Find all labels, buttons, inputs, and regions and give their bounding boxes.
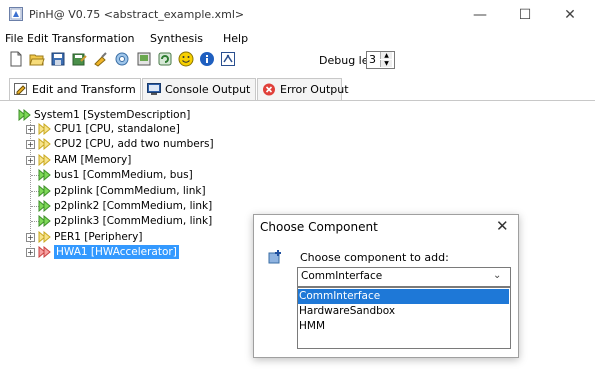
clean-icon[interactable] [93, 51, 109, 67]
tree-node-label: HWA1 [HWAccelerator] [54, 245, 179, 260]
combobox-selected-value[interactable]: CommInterface [301, 270, 382, 282]
tree-node-label: CPU2 [CPU, add two numbers] [54, 138, 214, 151]
tree-expand-icon[interactable]: + [26, 155, 35, 165]
refresh-icon[interactable] [157, 51, 173, 67]
tab-console-output[interactable]: Console Output [142, 78, 256, 100]
yellow-arrow-icon [38, 153, 51, 166]
tree-expand-icon[interactable]: + [26, 140, 35, 150]
tree-node-label: PER1 [Periphery] [54, 230, 143, 243]
run-icon[interactable] [220, 51, 236, 67]
yellow-arrow-icon [38, 123, 51, 135]
green-arrow-icon [38, 184, 51, 197]
tree-expand-icon[interactable]: + [26, 232, 35, 242]
menu-edit[interactable]: Edit [27, 32, 48, 45]
menu-file[interactable]: File [5, 32, 23, 45]
maximize-button[interactable]: ☐ [503, 4, 547, 26]
export-icon[interactable] [136, 51, 152, 67]
tab-edit-and-transform[interactable]: Edit and Transform [9, 78, 141, 101]
dropdown-option[interactable]: CommInterface [298, 289, 509, 304]
chevron-down-icon[interactable]: ⌄ [493, 270, 501, 281]
dialog-close-button[interactable]: ✕ [496, 217, 509, 235]
tab-error-output[interactable]: Error Output [257, 78, 349, 100]
smiley-icon[interactable] [178, 51, 194, 67]
error-icon [263, 83, 275, 96]
green-arrow-icon [38, 169, 51, 182]
menu-transformation[interactable]: Transformation [52, 32, 135, 45]
yellow-arrow-icon [38, 138, 51, 151]
tab-label: Error Output [280, 83, 349, 96]
app-icon [9, 7, 23, 21]
spinner-up-arrow-icon[interactable]: ▲ [380, 52, 392, 59]
settings-icon[interactable] [114, 51, 130, 67]
tree-node-label: CPU1 [CPU, standalone] [54, 123, 180, 135]
tab-label: Edit and Transform [32, 83, 136, 96]
dialog-prompt: Choose component to add: [300, 251, 449, 264]
save-as-icon[interactable] [71, 51, 87, 67]
tree-expand-icon[interactable]: + [26, 248, 35, 258]
tree-root-label: System1 [SystemDescription] [34, 109, 191, 121]
window-title: PinH@ V0.75 <abstract_example.xml> [29, 8, 245, 21]
tab-divider [0, 100, 595, 101]
save-icon[interactable] [50, 51, 66, 67]
dropdown-option[interactable]: HMM [298, 319, 509, 334]
console-icon [147, 83, 161, 95]
dialog-title: Choose Component [260, 220, 378, 234]
add-component-icon [268, 250, 281, 264]
dropdown-option[interactable]: HardwareSandbox [298, 304, 509, 319]
green-arrow-icon [38, 200, 51, 212]
toolbar [0, 48, 595, 74]
tree-node-label: bus1 [CommMedium, bus] [54, 169, 193, 182]
menu-synthesis[interactable]: Synthesis [150, 32, 203, 45]
yellow-arrow-icon [38, 230, 51, 243]
tab-label: Console Output [165, 83, 251, 96]
edit-icon [14, 83, 27, 95]
spinner-down-arrow-icon[interactable]: ▼ [380, 60, 392, 67]
minimize-button[interactable]: — [458, 4, 502, 26]
menu-help[interactable]: Help [223, 32, 248, 45]
info-icon[interactable] [199, 51, 215, 67]
red-arrow-icon [38, 246, 51, 259]
tree-node-label: RAM [Memory] [54, 153, 132, 166]
debug-level-value[interactable]: 3 [369, 53, 376, 66]
green-arrow-icon [38, 215, 51, 228]
close-button[interactable]: ✕ [548, 4, 592, 26]
open-folder-icon[interactable] [29, 51, 45, 67]
tree-node-label: p2plink2 [CommMedium, link] [54, 200, 213, 212]
tree-expand-icon[interactable]: + [26, 125, 35, 134]
tree-node-label: p2plink [CommMedium, link] [54, 184, 206, 197]
new-file-icon[interactable] [8, 51, 24, 67]
tree-node-label: p2plink3 [CommMedium, link] [54, 215, 213, 228]
